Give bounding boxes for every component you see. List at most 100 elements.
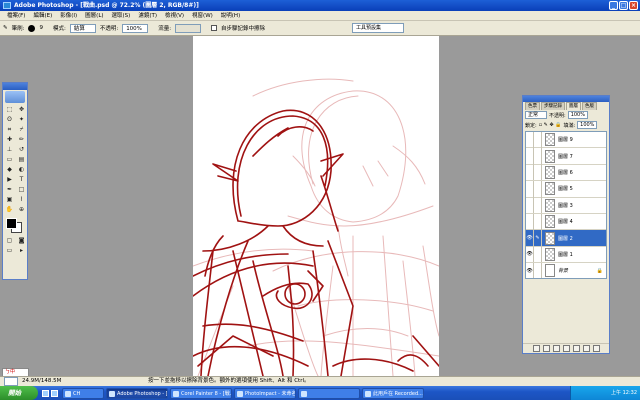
quicklaunch-icon[interactable] (42, 389, 49, 397)
pen-tool-icon[interactable]: ✒ (4, 185, 15, 194)
close-button[interactable]: × (629, 1, 638, 10)
lasso-tool-icon[interactable]: ʘ (4, 115, 15, 124)
toolbox-titlebar[interactable] (3, 83, 27, 90)
link-toggle[interactable] (534, 180, 542, 197)
quicklaunch-icon[interactable] (51, 389, 58, 397)
taskbar-item[interactable]: CH (62, 387, 104, 399)
hand-tool-icon[interactable]: ✋ (4, 205, 15, 214)
layer-row[interactable]: 圖層 6 (526, 164, 606, 182)
adjustment-layer-icon[interactable] (572, 345, 580, 352)
taskbar-item[interactable]: 此用戶在 Recorded... (362, 387, 424, 399)
brush-tool-icon[interactable]: ✏ (16, 135, 27, 144)
tool-preset-icon[interactable]: ✎ (3, 25, 8, 31)
blend-mode-select[interactable]: 正常 (525, 111, 547, 119)
menu-select[interactable]: 選取(S) (108, 11, 135, 20)
layer-row[interactable]: 圖層 4 (526, 213, 606, 231)
new-group-icon[interactable] (562, 345, 570, 352)
minimize-button[interactable]: _ (609, 1, 618, 10)
taskbar-item-photoshop[interactable]: Adobe Photoshop - [ (106, 387, 168, 399)
mode-select[interactable]: 結算 (69, 23, 96, 33)
tab-channels[interactable]: 色版 (582, 102, 597, 110)
layer-row-selected[interactable]: 👁 ✎ 圖層 2 (526, 230, 606, 247)
zoom-field[interactable] (4, 377, 18, 386)
menu-edit[interactable]: 編輯(E) (29, 11, 56, 20)
layer-style-icon[interactable] (542, 345, 550, 352)
gradient-tool-icon[interactable]: ▤ (16, 155, 27, 164)
dodge-tool-icon[interactable]: ◐ (16, 165, 27, 174)
new-layer-icon[interactable] (582, 345, 590, 352)
layer-row[interactable]: 👁 圖層 1 (526, 246, 606, 264)
eyedropper-icon[interactable]: ⌇ (16, 195, 27, 204)
link-toggle[interactable] (534, 262, 542, 278)
slice-tool-icon[interactable]: ⌿ (16, 125, 27, 134)
link-toggle[interactable] (534, 197, 542, 214)
layer-row[interactable]: 圖層 9 (526, 132, 606, 149)
layer-opacity-field[interactable]: 100% (567, 111, 588, 119)
tab-layers[interactable]: 圖層 (566, 102, 581, 110)
standard-mode-icon[interactable]: ▢ (4, 236, 15, 245)
visibility-toggle[interactable] (526, 164, 534, 181)
visibility-toggle[interactable] (526, 148, 534, 165)
notes-tool-icon[interactable]: ▣ (4, 195, 15, 204)
menu-view[interactable]: 檢視(V) (161, 11, 188, 20)
tab-history[interactable]: 步驟記錄 (541, 102, 565, 110)
link-layers-icon[interactable] (532, 345, 540, 352)
eye-icon[interactable]: 👁 (526, 246, 534, 263)
maximize-button[interactable]: □ (619, 1, 628, 10)
link-toggle[interactable] (534, 132, 542, 148)
taskbar-item[interactable]: PhotoImpact - 未命名... (234, 387, 296, 399)
link-toggle[interactable] (534, 164, 542, 181)
stamp-tool-icon[interactable]: ⊥ (4, 145, 15, 154)
document-canvas[interactable] (193, 36, 439, 376)
visibility-toggle[interactable] (526, 180, 534, 197)
color-swatches[interactable] (5, 217, 25, 233)
move-tool-icon[interactable]: ✥ (16, 105, 27, 114)
menu-window[interactable]: 視窗(W) (188, 11, 217, 20)
layer-row[interactable]: 👁 背景 🔒 (526, 262, 606, 278)
eye-icon[interactable]: 👁 (526, 230, 534, 247)
brush-indicator-icon[interactable]: ✎ (534, 230, 542, 247)
eraser-tool-icon[interactable]: ▭ (4, 155, 15, 164)
brush-preview-icon[interactable] (28, 24, 36, 32)
jump-to-icon[interactable]: ▸ (16, 246, 27, 255)
layer-row[interactable]: 圖層 5 (526, 180, 606, 198)
layer-row[interactable]: 圖層 7 (526, 148, 606, 165)
visibility-toggle[interactable] (526, 132, 534, 148)
lock-icons[interactable]: ▫ ✎ ✥ 🔒 (539, 122, 562, 128)
menu-layer[interactable]: 圖層(L) (81, 11, 107, 20)
menu-filter[interactable]: 濾鏡(T) (134, 11, 161, 20)
visibility-toggle[interactable] (526, 197, 534, 214)
eye-icon[interactable]: 👁 (526, 262, 534, 278)
path-select-icon[interactable]: ▶ (4, 175, 15, 184)
link-toggle[interactable] (534, 246, 542, 263)
menu-help[interactable]: 說明(H) (217, 11, 244, 20)
visibility-toggle[interactable] (526, 213, 534, 230)
fill-field[interactable]: 100% (577, 121, 598, 129)
opacity-field[interactable]: 100% (122, 23, 149, 33)
auto-erase-checkbox[interactable] (211, 25, 218, 31)
menu-file[interactable]: 檔案(F) (3, 11, 29, 20)
taskbar-item[interactable] (298, 387, 360, 399)
type-tool-icon[interactable]: T (16, 175, 27, 184)
screen-mode-icon[interactable]: ▭ (4, 246, 15, 255)
foreground-color[interactable] (6, 218, 17, 229)
zoom-tool-icon[interactable]: ⊕ (16, 205, 27, 214)
taskbar-item[interactable]: Corel Painter 8 - [戰... (170, 387, 232, 399)
flow-field[interactable] (175, 23, 202, 33)
layer-row[interactable]: 圖層 3 (526, 197, 606, 214)
start-button[interactable]: 開始 (0, 386, 38, 400)
link-toggle[interactable] (534, 148, 542, 165)
marquee-tool-icon[interactable]: ⬚ (4, 105, 15, 114)
blur-tool-icon[interactable]: ◆ (4, 165, 15, 174)
tab-swatches[interactable]: 色票 (525, 102, 540, 110)
link-toggle[interactable] (534, 213, 542, 230)
palette-well[interactable]: 工具預設集 (352, 23, 404, 33)
layer-mask-icon[interactable] (552, 345, 560, 352)
menu-image[interactable]: 影像(I) (56, 11, 81, 20)
delete-layer-icon[interactable] (592, 345, 600, 352)
healing-brush-icon[interactable]: ✚ (4, 135, 15, 144)
history-brush-icon[interactable]: ↺ (16, 145, 27, 154)
crop-tool-icon[interactable]: ⌗ (4, 125, 15, 134)
shape-tool-icon[interactable]: □ (16, 185, 27, 194)
magic-wand-icon[interactable]: ✦ (16, 115, 27, 124)
